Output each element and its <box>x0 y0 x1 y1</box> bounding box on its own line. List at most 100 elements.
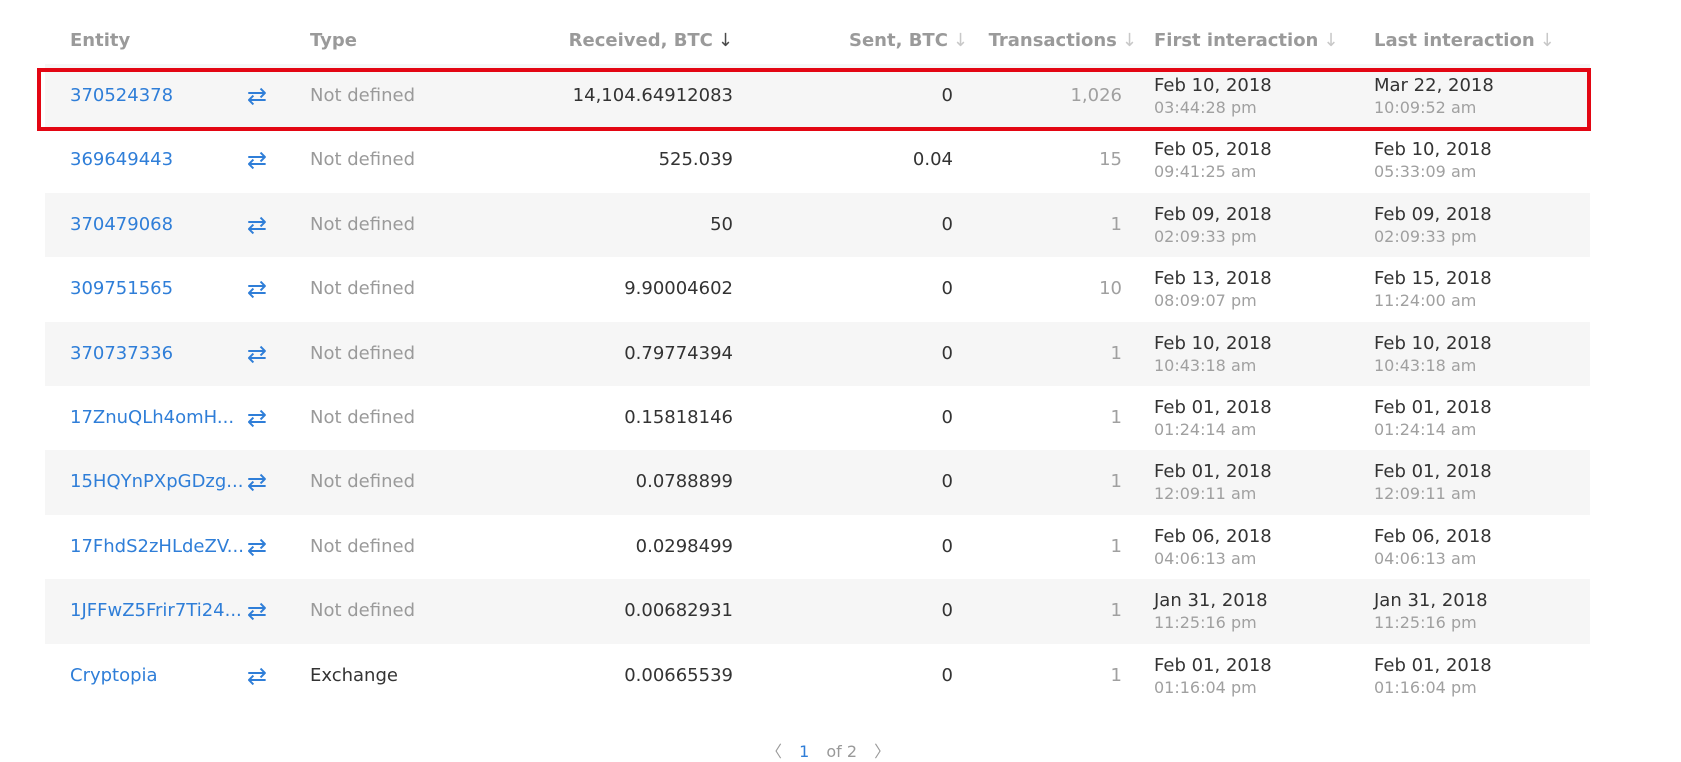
col-type-header[interactable]: Type <box>310 29 357 53</box>
sent-value: 0 <box>941 664 953 686</box>
transfer-icon[interactable]: ⇄ <box>247 515 267 579</box>
received-value: 9.90004602 <box>624 278 733 300</box>
transactions-count: 1 <box>1110 471 1122 493</box>
sort-arrow-icon: ↓ <box>1539 30 1555 51</box>
table-row[interactable]: 15HQYnPXpGDzg... ⇄ Not defined 0.0788899 0 1 F… <box>45 450 1590 515</box>
col-entity-header[interactable]: Entity <box>70 29 130 53</box>
first-interaction: Feb 05, 2018 09:41:25 am <box>1154 139 1272 183</box>
table-row[interactable]: 17FhdS2zHLdeZV... ⇄ Not defined 0.0298499 0 1… <box>45 515 1590 579</box>
last-interaction-time: 10:09:52 am <box>1374 98 1477 117</box>
transfer-icon[interactable]: ⇄ <box>247 193 267 257</box>
first-interaction: Feb 01, 2018 01:24:14 am <box>1154 397 1272 441</box>
entity-link[interactable]: 370737336 <box>70 322 173 386</box>
pagination: 〈 1 of 2 〉 <box>760 738 896 762</box>
last-interaction-time: 12:09:11 am <box>1374 484 1477 504</box>
page-of-text: of 2 <box>826 742 858 761</box>
first-interaction: Feb 01, 2018 01:16:04 pm <box>1154 655 1272 699</box>
last-interaction-time: 11:25:16 pm <box>1374 613 1477 633</box>
transfer-icon[interactable]: ⇄ <box>247 257 267 321</box>
entity-link[interactable]: 370479068 <box>70 193 173 257</box>
last-interaction-date: Feb 10, 2018 <box>1374 139 1492 161</box>
prev-page-icon[interactable]: 〈 <box>766 742 782 761</box>
transactions-count: 1 <box>1110 535 1122 557</box>
received-value: 525.039 <box>658 149 733 171</box>
entity-type: Not defined <box>310 535 416 557</box>
entity-table: Entity Type Received, BTC ↓ Sent, BTC ↓ Tr… <box>45 0 1590 708</box>
transfer-icon[interactable]: ⇄ <box>247 450 267 514</box>
table-row[interactable]: 369649443 ⇄ Not defined 525.039 0.04 15 Feb 05… <box>45 128 1590 192</box>
transfer-icon[interactable]: ⇄ <box>247 579 267 643</box>
transfer-icon[interactable]: ⇄ <box>247 386 267 450</box>
entity-link[interactable]: 369649443 <box>70 128 173 192</box>
table-row[interactable]: 370479068 ⇄ Not defined 50 0 1 Feb 09, 2018 02:… <box>45 192 1590 258</box>
col-sent-header[interactable]: Sent, BTC ↓ <box>849 29 968 53</box>
sent-value: 0 <box>941 213 953 235</box>
sent-value: 0 <box>941 342 953 364</box>
last-interaction-time: 01:24:14 am <box>1374 419 1477 439</box>
next-page-icon[interactable]: 〉 <box>874 742 890 761</box>
first-interaction-date: Feb 10, 2018 <box>1154 75 1272 96</box>
last-interaction: Feb 10, 2018 10:43:18 am <box>1374 333 1492 377</box>
sort-arrow-icon: ↓ <box>1323 30 1339 51</box>
first-interaction: Feb 01, 2018 12:09:11 am <box>1154 461 1272 505</box>
table-header: Entity Type Received, BTC ↓ Sent, BTC ↓ Tr… <box>45 0 1590 64</box>
last-interaction-time: 11:24:00 am <box>1374 291 1477 311</box>
received-value: 0.0788899 <box>635 471 733 493</box>
entity-type: Not defined <box>310 342 416 364</box>
table-row[interactable]: Cryptopia ⇄ Exchange 0.00665539 0 1 Feb 01, 20… <box>45 644 1590 708</box>
table-row[interactable]: 370737336 ⇄ Not defined 0.79774394 0 1 Feb 10,… <box>45 321 1590 386</box>
transactions-count: 15 <box>1099 149 1122 171</box>
last-interaction-date: Feb 01, 2018 <box>1374 654 1492 676</box>
last-interaction-date: Feb 10, 2018 <box>1374 332 1492 354</box>
first-interaction-time: 03:44:28 pm <box>1154 98 1257 117</box>
last-interaction-date: Feb 06, 2018 <box>1374 525 1492 547</box>
entity-link[interactable]: 15HQYnPXpGDzg... <box>70 450 243 514</box>
transfer-icon[interactable]: ⇄ <box>247 322 267 386</box>
first-interaction-time: 11:25:16 pm <box>1154 613 1257 633</box>
last-interaction: Feb 10, 2018 05:33:09 am <box>1374 139 1492 183</box>
sort-arrow-icon: ↓ <box>717 30 733 51</box>
transactions-count: 1 <box>1110 213 1122 235</box>
entity-link[interactable]: 17FhdS2zHLdeZV... <box>70 515 244 579</box>
first-interaction: Feb 13, 2018 08:09:07 pm <box>1154 268 1272 312</box>
table-body: 370524378 ⇄ Not defined 14,104.64912083 0 1,0… <box>45 64 1590 708</box>
entity-link[interactable]: 17ZnuQLh4omH... <box>70 386 234 450</box>
received-value: 50 <box>710 213 733 235</box>
col-last-interaction-header[interactable]: Last interaction ↓ <box>1374 29 1555 53</box>
entity-link[interactable]: 1JFFwZ5Frir7Ti24... <box>70 579 242 643</box>
first-interaction-date: Jan 31, 2018 <box>1154 590 1268 612</box>
entity-link[interactable]: Cryptopia <box>70 644 158 708</box>
table-row[interactable]: 370524378 ⇄ Not defined 14,104.64912083 0 1,0… <box>45 64 1590 129</box>
sent-value: 0 <box>941 471 953 493</box>
transactions-count: 1 <box>1110 664 1122 686</box>
transfer-icon[interactable]: ⇄ <box>247 128 267 192</box>
last-interaction-time: 10:43:18 am <box>1374 355 1477 375</box>
entity-type: Not defined <box>310 600 416 622</box>
entity-type: Not defined <box>310 85 416 106</box>
col-first-interaction-header[interactable]: First interaction ↓ <box>1154 29 1338 53</box>
current-page: 1 <box>799 742 810 761</box>
first-interaction-time: 08:09:07 pm <box>1154 291 1257 311</box>
entity-type: Exchange <box>310 664 398 686</box>
transactions-count: 10 <box>1099 278 1122 300</box>
first-interaction: Feb 09, 2018 02:09:33 pm <box>1154 204 1272 248</box>
first-interaction-date: Feb 01, 2018 <box>1154 461 1272 483</box>
table-row[interactable]: 1JFFwZ5Frir7Ti24... ⇄ Not defined 0.0068293… <box>45 579 1590 644</box>
transfer-icon[interactable]: ⇄ <box>247 64 267 128</box>
col-transactions-header[interactable]: Transactions ↓ <box>989 29 1137 53</box>
col-received-header[interactable]: Received, BTC ↓ <box>569 29 733 53</box>
sent-value: 0 <box>941 278 953 300</box>
sort-arrow-icon: ↓ <box>952 30 968 51</box>
first-interaction-date: Feb 09, 2018 <box>1154 203 1272 225</box>
entity-type: Not defined <box>310 213 416 235</box>
transfer-icon[interactable]: ⇄ <box>247 644 267 708</box>
table-row[interactable]: 17ZnuQLh4omH... ⇄ Not defined 0.15818146 0 1 F… <box>45 386 1590 450</box>
entity-link[interactable]: 309751565 <box>70 257 173 321</box>
first-interaction-time: 02:09:33 pm <box>1154 226 1257 246</box>
table-row[interactable]: 309751565 ⇄ Not defined 9.90004602 0 10 Feb 13… <box>45 257 1590 321</box>
last-interaction: Feb 01, 2018 12:09:11 am <box>1374 461 1492 505</box>
entity-link[interactable]: 370524378 <box>70 64 173 128</box>
last-interaction: Feb 09, 2018 02:09:33 pm <box>1374 204 1492 248</box>
first-interaction-time: 01:24:14 am <box>1154 419 1257 439</box>
last-interaction-time: 04:06:13 am <box>1374 548 1477 568</box>
